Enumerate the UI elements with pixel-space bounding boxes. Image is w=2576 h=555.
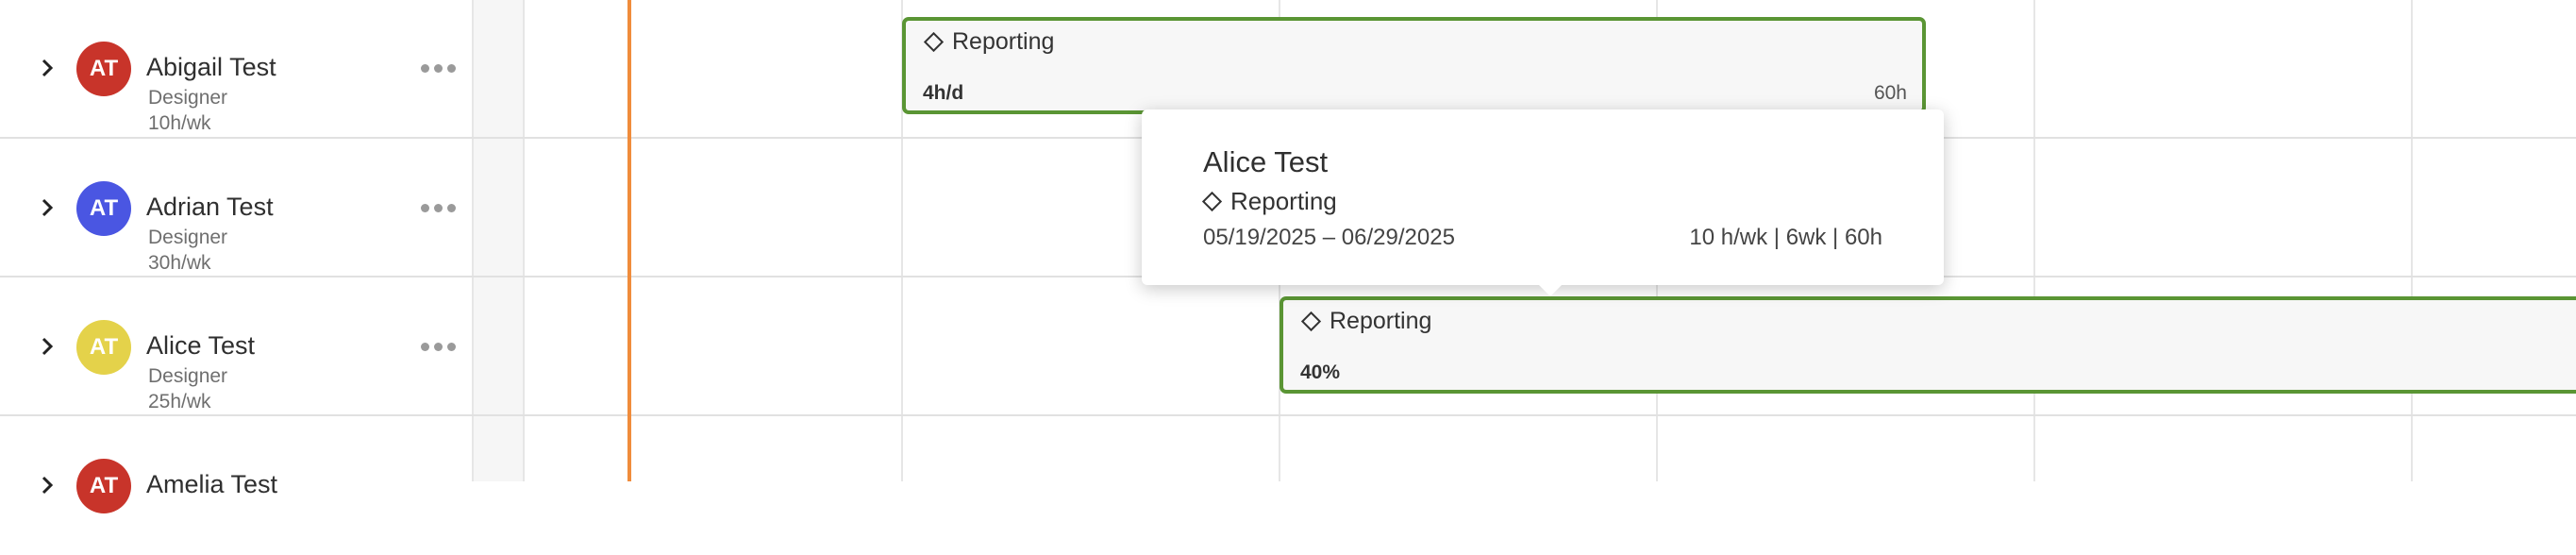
person-row[interactable]: AT Alice Test Designer 25h/wk [0,278,472,416]
more-options-icon[interactable] [421,64,457,74]
tooltip-person-name: Alice Test [1203,145,1329,178]
tooltip-project-label: Reporting [1230,187,1337,215]
allocation-tooltip: Alice Test Reporting 05/19/2025 – 06/29/… [1142,109,1944,296]
bar-project-label: Reporting [952,28,1055,55]
person-name[interactable]: Alice Test [146,331,255,361]
chevron-right-icon[interactable] [38,59,57,77]
chevron-right-icon[interactable] [38,198,57,217]
person-name[interactable]: Adrian Test [146,193,274,222]
person-role: Designer [148,365,228,387]
allocation-bar[interactable]: Reporting 40% [1280,296,2576,394]
grid-line [2033,0,2035,481]
tooltip-date-range: 05/19/2025 – 06/29/2025 [1203,225,1455,250]
today-marker [627,0,631,481]
avatar: AT [76,181,131,236]
avatar: AT [76,320,131,375]
person-hours: 25h/wk [148,391,211,412]
tooltip-stats: 10 h/wk | 6wk | 60h [1689,225,1882,250]
project-diamond-icon [1201,191,1223,212]
tooltip-arrow [1538,284,1563,296]
allocation-bar[interactable]: Reporting 4h/d 60h [902,17,1926,114]
project-diamond-icon [1300,311,1322,332]
tooltip-project: Reporting [1201,187,1337,216]
person-role: Designer [148,227,228,248]
grid-row-line [472,414,2576,416]
avatar: AT [76,459,131,513]
avatar: AT [76,42,131,96]
chevron-right-icon[interactable] [38,476,57,495]
person-hours: 10h/wk [148,112,211,134]
bar-percentage: 40% [1300,362,1341,383]
grid-line [523,0,525,481]
more-options-icon[interactable] [421,204,457,213]
bar-total-hours: 60h [1873,82,1907,104]
person-row[interactable]: AT Amelia Test [0,416,472,555]
project-diamond-icon [923,31,945,53]
weekend-column [474,0,523,481]
grid-line [472,0,474,481]
person-hours: 30h/wk [148,252,211,274]
bar-project-label: Reporting [1330,308,1432,334]
grid-line [2411,0,2413,481]
person-row[interactable]: AT Adrian Test Designer 30h/wk [0,139,472,278]
person-name[interactable]: Amelia Test [146,470,277,499]
person-role: Designer [148,87,228,109]
bar-hours-per-day: 4h/d [923,82,964,104]
chevron-right-icon[interactable] [38,337,57,356]
person-name[interactable]: Abigail Test [146,53,276,82]
person-row[interactable]: AT Abigail Test Designer 10h/wk [0,0,472,139]
people-sidebar: AT Abigail Test Designer 10h/wk AT Adria… [0,0,472,513]
more-options-icon[interactable] [421,343,457,352]
